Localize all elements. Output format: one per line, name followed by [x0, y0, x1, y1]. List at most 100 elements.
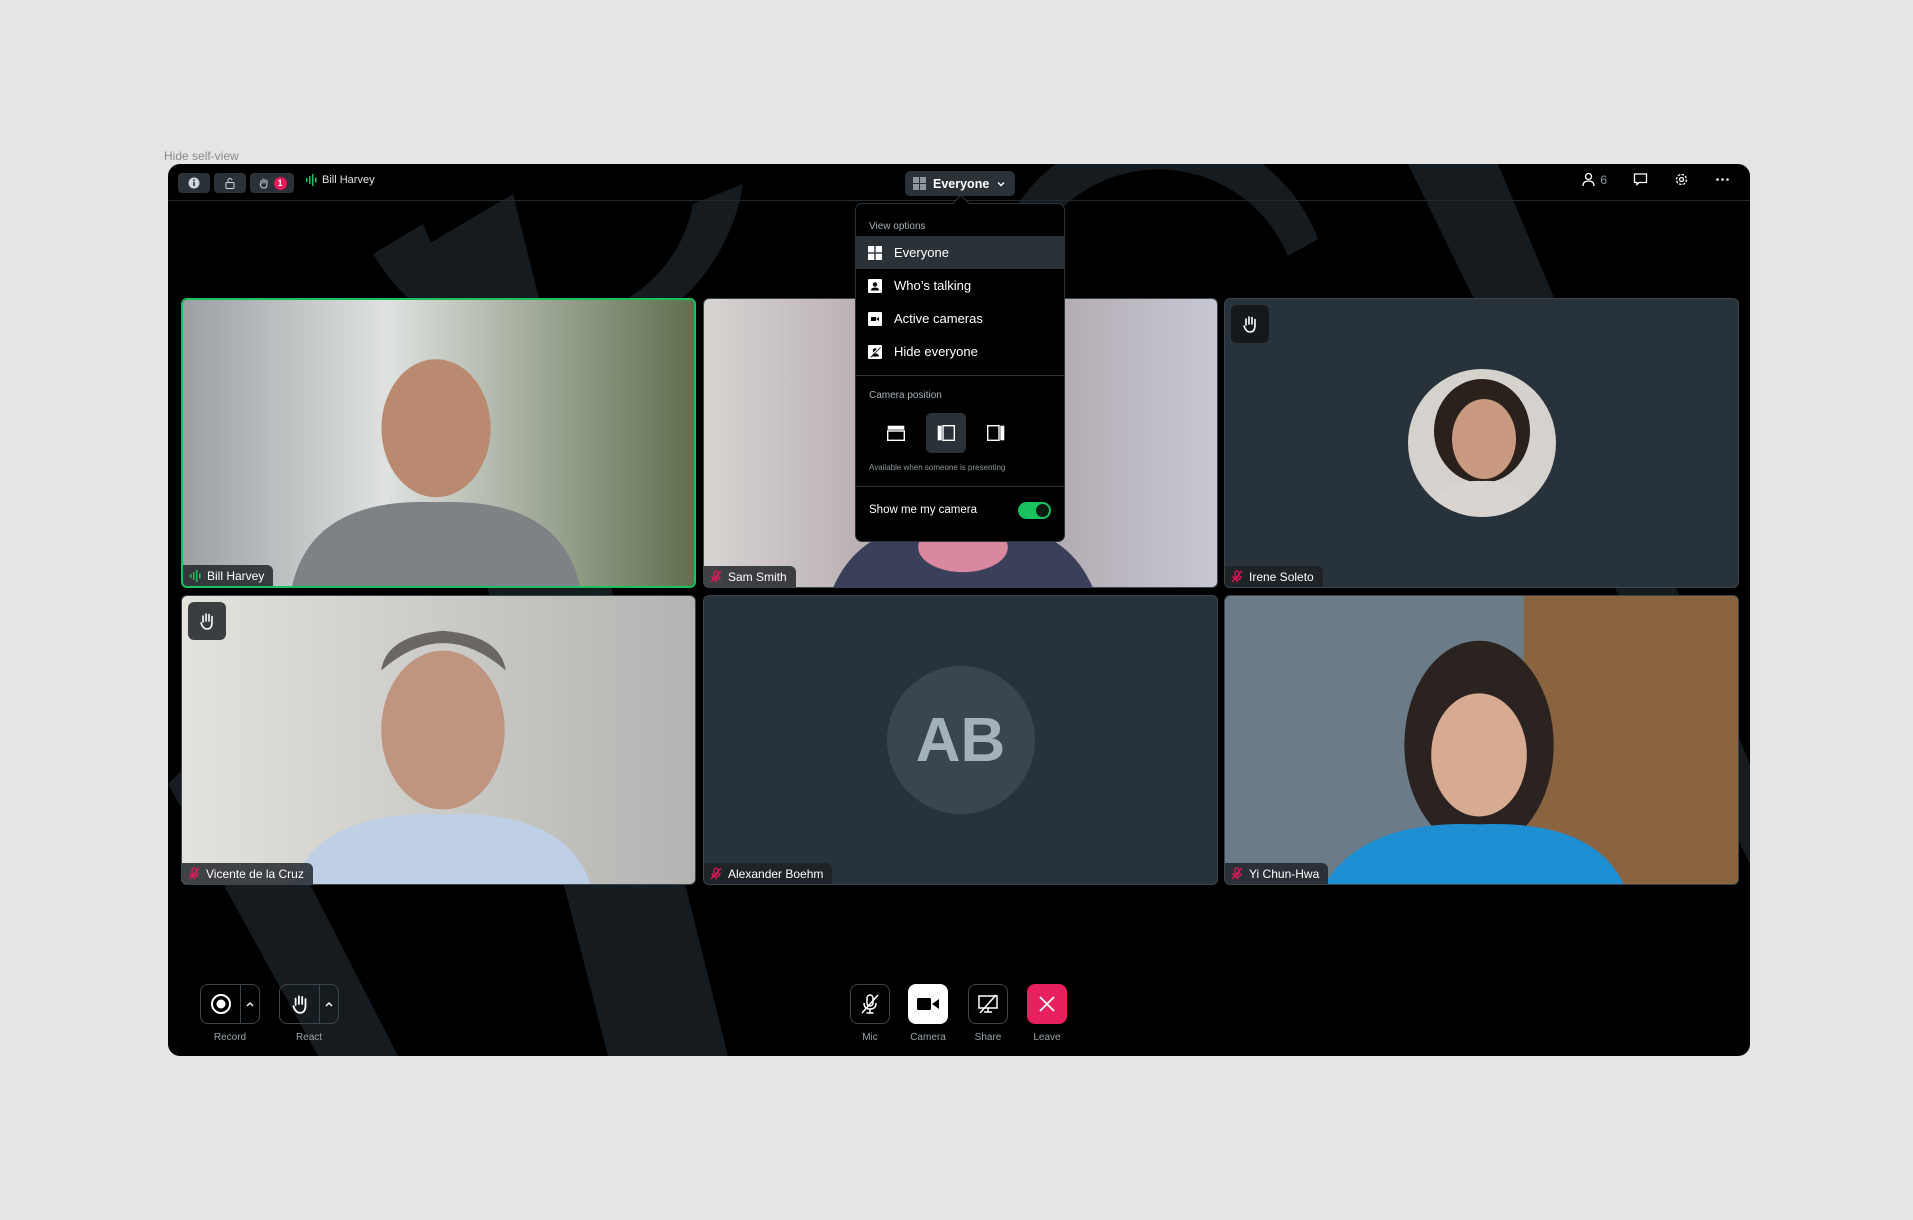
audio-level-icon	[190, 569, 201, 582]
menu-item-label: Who’s talking	[894, 278, 972, 293]
menu-item-label: Active cameras	[894, 311, 983, 326]
camera-position-top[interactable]	[876, 413, 916, 453]
raised-hand-indicator	[188, 602, 226, 640]
hide-self-view-label[interactable]: Hide self-view	[164, 149, 239, 163]
mic-muted-icon	[1231, 867, 1243, 880]
view-selector[interactable]: Everyone	[905, 171, 1015, 196]
video-tile-irene-soleto[interactable]: Irene Soleto	[1224, 298, 1739, 588]
show-my-camera-label: Show me my camera	[869, 504, 978, 516]
video-tile-vicente-de-la-cruz[interactable]: Vicente de la Cruz	[181, 595, 696, 885]
audio-level-icon	[306, 174, 317, 186]
mic-muted-icon	[188, 867, 200, 880]
active-speaker: Bill Harvey	[305, 174, 375, 186]
hand-icon	[1243, 316, 1256, 333]
view-selector-label: Everyone	[933, 176, 990, 191]
more-button[interactable]	[1715, 172, 1730, 187]
camera-label: Camera	[910, 1032, 946, 1043]
leave-control: Leave	[1027, 984, 1067, 1043]
camera-control: Camera	[908, 984, 948, 1043]
mic-muted-icon	[710, 867, 722, 880]
active-speaker-name: Bill Harvey	[322, 174, 375, 186]
menu-item-active-cameras[interactable]: Active cameras	[856, 302, 1064, 335]
avatar-initials: AB	[886, 666, 1035, 814]
show-my-camera-toggle[interactable]	[1018, 501, 1051, 519]
record-control: Record	[200, 984, 260, 1043]
share-control: Share	[968, 984, 1008, 1043]
hand-icon	[200, 613, 213, 630]
lock-button[interactable]	[214, 173, 246, 193]
view-options-heading: View options	[869, 221, 926, 232]
grid-icon	[868, 245, 882, 260]
video-feed	[183, 300, 694, 586]
participant-name: Irene Soleto	[1249, 569, 1314, 584]
raised-hands-button[interactable]: 1	[250, 173, 294, 193]
chevron-down-icon	[997, 181, 1005, 186]
react-options-button[interactable]	[320, 985, 338, 1023]
menu-item-hide-everyone[interactable]: Hide everyone	[856, 335, 1064, 368]
more-icon	[1716, 178, 1729, 181]
participant-nametag: Yi Chun-Hwa	[1225, 863, 1329, 884]
mic-muted-icon	[861, 994, 879, 1014]
video-feed	[1225, 596, 1738, 884]
lock-icon	[225, 178, 235, 189]
camera-position-left[interactable]	[926, 413, 966, 453]
video-tile-yi-chun-hwa[interactable]: Yi Chun-Hwa	[1224, 595, 1739, 885]
view-options-menu: View options Everyone Who’s talking Acti…	[855, 203, 1065, 542]
top-right-actions: 6	[1581, 172, 1730, 187]
video-tile-bill-harvey[interactable]: Bill Harvey	[181, 298, 696, 588]
camera-icon	[868, 311, 882, 326]
grid-icon	[913, 177, 926, 190]
leave-button[interactable]	[1027, 984, 1067, 1024]
react-split-button	[279, 984, 339, 1024]
chat-button[interactable]	[1633, 172, 1648, 187]
gear-icon	[1675, 173, 1688, 186]
menu-divider	[856, 375, 1064, 376]
record-button[interactable]	[201, 985, 241, 1023]
record-split-button	[200, 984, 260, 1024]
record-icon	[210, 994, 231, 1014]
participant-nametag: Bill Harvey	[183, 565, 274, 586]
participant-nametag: Alexander Boehm	[704, 863, 833, 884]
react-button[interactable]	[280, 985, 320, 1023]
settings-button[interactable]	[1674, 172, 1689, 187]
chat-icon	[1633, 173, 1648, 187]
layout-left-icon	[937, 425, 955, 441]
react-label: React	[295, 1032, 323, 1043]
info-icon	[188, 177, 200, 189]
participant-nametag: Vicente de la Cruz	[182, 863, 313, 884]
camera-icon	[917, 998, 939, 1010]
menu-item-everyone[interactable]: Everyone	[856, 236, 1064, 269]
camera-button[interactable]	[908, 984, 948, 1024]
raised-hands-badge: 1	[273, 176, 287, 190]
avatar	[1407, 369, 1556, 517]
share-button[interactable]	[968, 984, 1008, 1024]
hand-icon	[259, 178, 267, 189]
record-label: Record	[213, 1032, 247, 1043]
mic-muted-icon	[710, 570, 722, 583]
chevron-up-icon	[325, 1002, 333, 1007]
share-screen-off-icon	[978, 994, 998, 1014]
hand-icon	[292, 995, 306, 1014]
mic-control: Mic	[850, 984, 890, 1043]
raised-hand-indicator	[1231, 305, 1269, 343]
participant-name: Alexander Boehm	[728, 866, 824, 881]
participant-name: Sam Smith	[728, 569, 787, 584]
participants-count: 6	[1600, 172, 1607, 187]
camera-position-options	[856, 413, 1064, 453]
participant-nametag: Irene Soleto	[1225, 566, 1323, 587]
info-button[interactable]	[178, 173, 210, 193]
participant-name: Vicente de la Cruz	[206, 866, 304, 881]
participants-button[interactable]: 6	[1581, 172, 1607, 187]
menu-item-whos-talking[interactable]: Who’s talking	[856, 269, 1064, 302]
record-options-button[interactable]	[241, 985, 259, 1023]
avatar-photo	[1407, 369, 1556, 517]
video-tile-alexander-boehm[interactable]: AB Alexander Boehm	[703, 595, 1218, 885]
chevron-up-icon	[246, 1002, 254, 1007]
camera-position-right[interactable]	[976, 413, 1016, 453]
show-my-camera-row: Show me my camera	[856, 487, 1064, 533]
mic-button[interactable]	[850, 984, 890, 1024]
speaker-view-icon	[868, 278, 882, 293]
video-feed	[182, 596, 695, 884]
participant-nametag: Sam Smith	[704, 566, 796, 587]
participant-name: Bill Harvey	[207, 568, 265, 583]
